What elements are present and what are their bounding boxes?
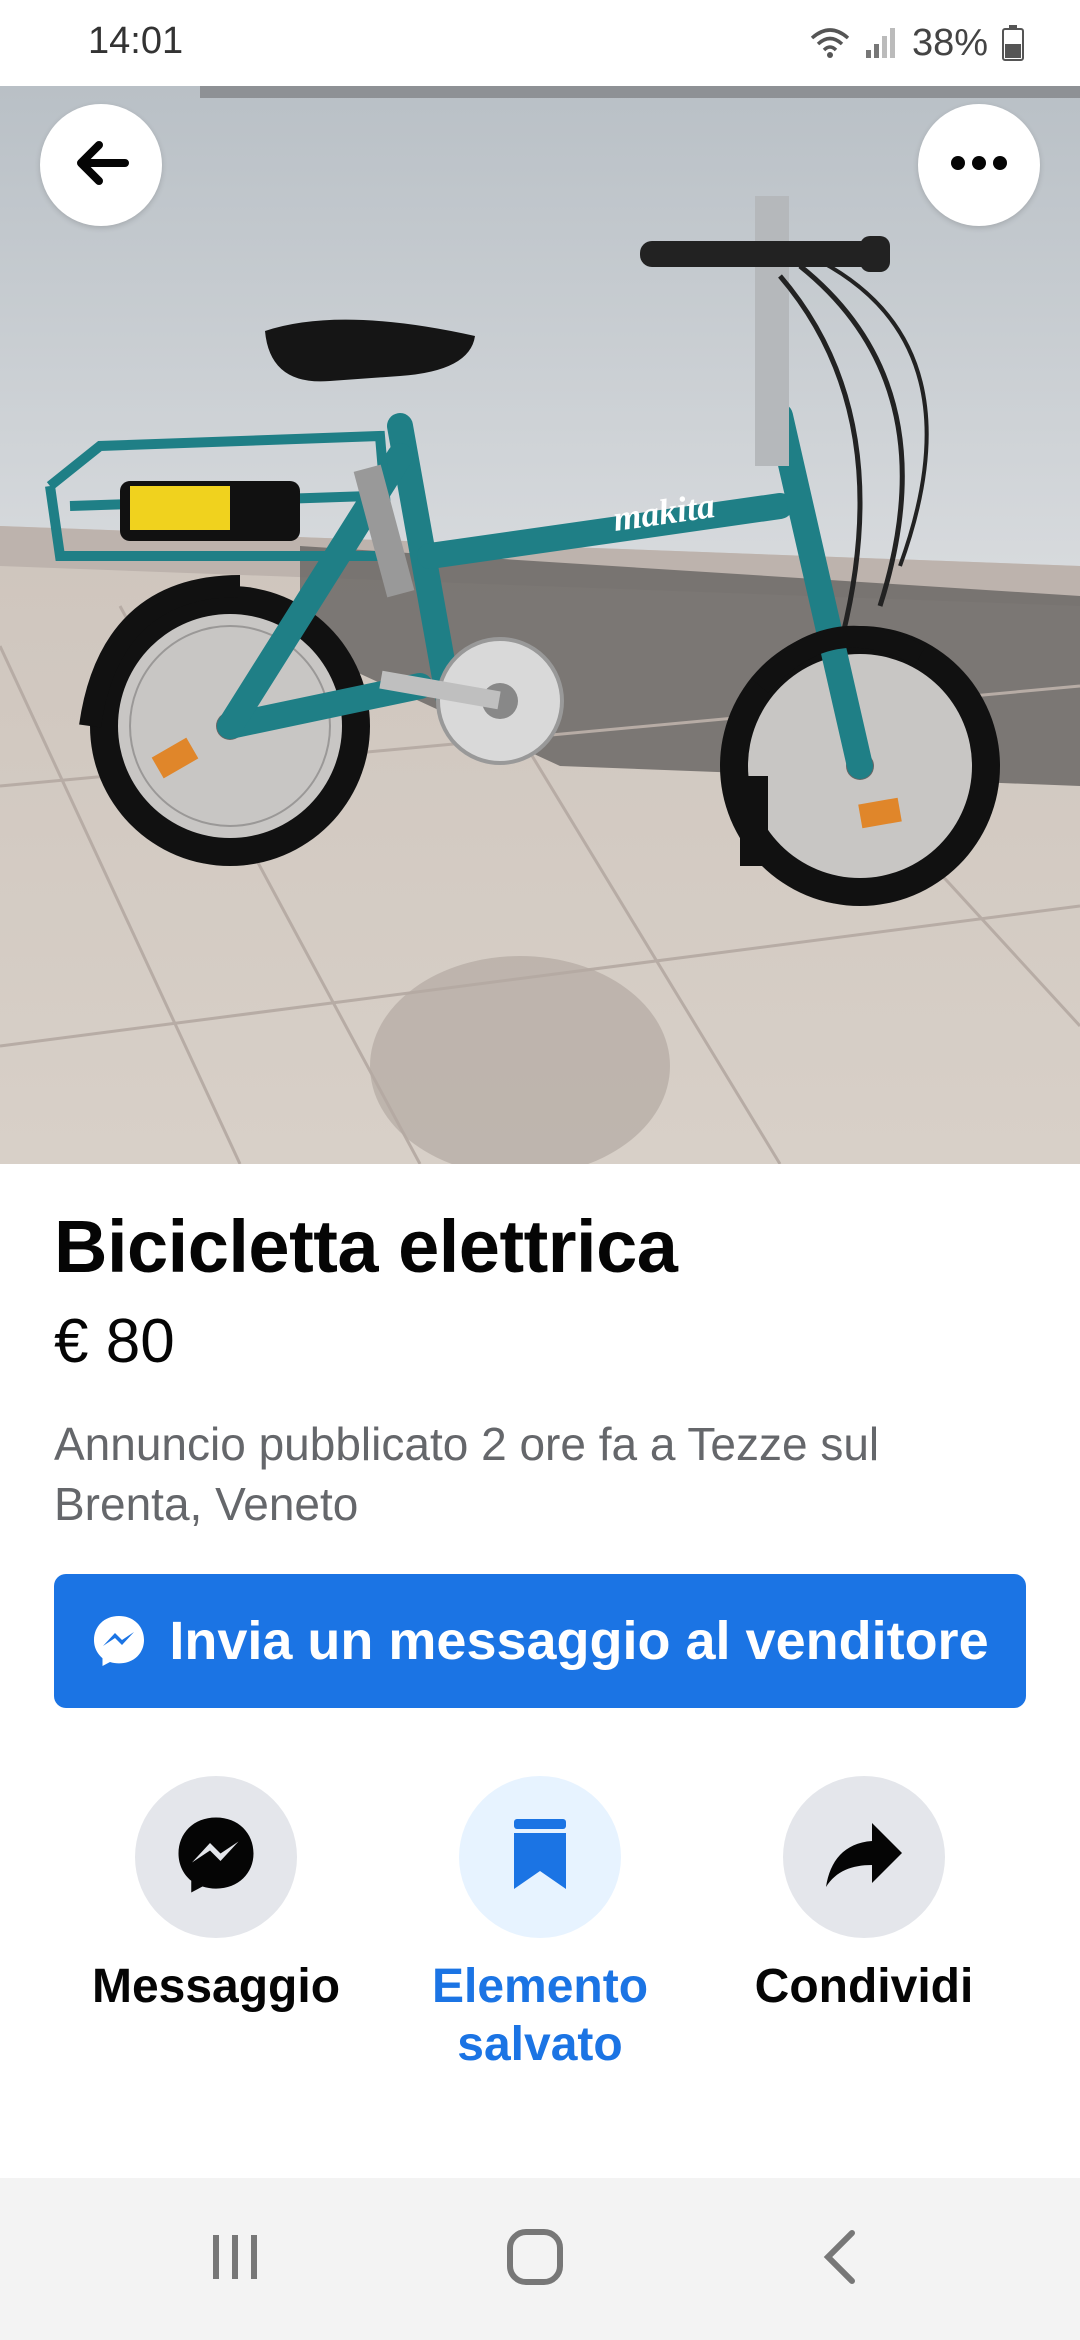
status-icons: 38% <box>810 18 1024 68</box>
message-seller-button[interactable]: Invia un messaggio al venditore <box>54 1574 1026 1708</box>
back-button[interactable] <box>40 104 162 226</box>
message-seller-label: Invia un messaggio al venditore <box>169 1611 989 1671</box>
battery-icon <box>1002 25 1024 61</box>
listing-meta: Annuncio pubblicato 2 ore fa a Tezze sul… <box>54 1418 880 1530</box>
home-icon <box>505 2227 565 2292</box>
share-button[interactable]: Condividi <box>714 1776 1014 2016</box>
home-button[interactable] <box>490 2224 580 2294</box>
bicycle-photo: makita <box>0 86 1080 1164</box>
arrow-left-icon <box>73 139 129 192</box>
messenger-icon <box>174 1813 258 1902</box>
wifi-icon <box>810 26 850 60</box>
listing-price: € 80 <box>54 1307 175 1376</box>
share-icon <box>824 1821 904 1894</box>
battery-text: 38% <box>911 21 988 64</box>
status-bar: 14:01 38% <box>0 0 1080 86</box>
listing-photo[interactable]: makita <box>0 86 1080 1164</box>
system-nav-bar <box>0 2178 1080 2340</box>
action-row: Messaggio Elemento salvato Condividi <box>0 1776 1080 2096</box>
status-time: 14:01 <box>88 20 184 62</box>
signal-icon <box>864 26 898 60</box>
more-horizontal-icon <box>950 155 1008 176</box>
recents-button[interactable] <box>190 2224 280 2294</box>
saved-item-button[interactable]: Elemento salvato <box>390 1776 690 2074</box>
saved-item-label: Elemento salvato <box>431 1960 649 2071</box>
message-action-bubble[interactable] <box>135 1776 297 1938</box>
messenger-icon <box>91 1613 147 1669</box>
saved-item-bubble[interactable] <box>459 1776 621 1938</box>
share-bubble[interactable] <box>783 1776 945 1938</box>
share-label: Condividi <box>754 1960 974 2013</box>
message-action-label: Messaggio <box>91 1960 341 2013</box>
recents-icon <box>207 2229 263 2290</box>
more-options-button[interactable] <box>918 104 1040 226</box>
bookmark-icon <box>512 1818 568 1896</box>
system-back-button[interactable] <box>795 2224 885 2294</box>
listing-title: Bicicletta elettrica <box>54 1205 678 1288</box>
back-icon <box>820 2227 860 2292</box>
message-action-button[interactable]: Messaggio <box>66 1776 366 2016</box>
